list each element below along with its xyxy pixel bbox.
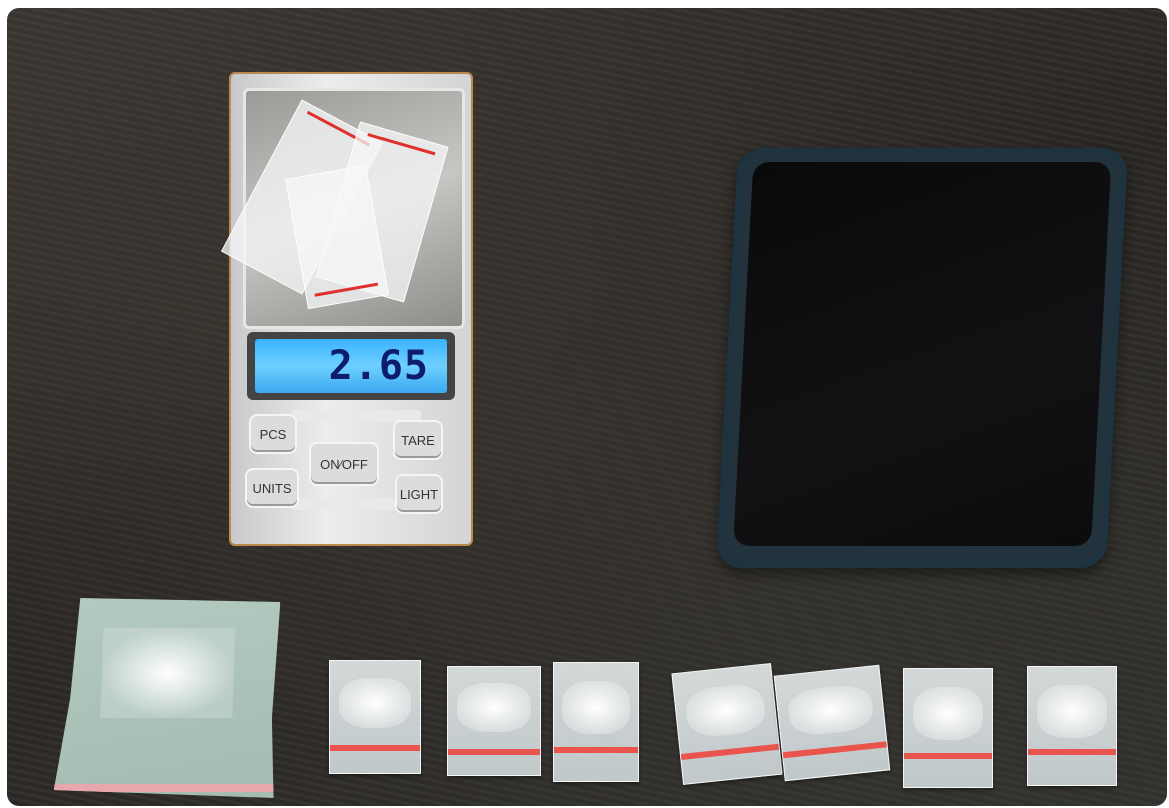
tare-button: TARE — [393, 420, 443, 460]
pcs-button: PCS — [249, 414, 297, 454]
small-packet — [903, 668, 993, 788]
light-button: LIGHT — [395, 474, 443, 514]
smartphone — [715, 148, 1129, 568]
scale-display-frame: 2.65 — [247, 332, 455, 400]
weight-readout: 2.65 — [255, 339, 447, 393]
scale-pan — [221, 88, 465, 329]
evidence-photo: 2.65 PCS TARE ON⁄OFF UNITS LIGHT — [7, 8, 1167, 806]
small-packet — [329, 660, 421, 774]
units-button: UNITS — [245, 468, 299, 508]
digital-scale: 2.65 PCS TARE ON⁄OFF UNITS LIGHT — [221, 74, 471, 544]
small-packet — [447, 666, 541, 776]
large-plastic-bag — [54, 598, 281, 798]
small-packet — [553, 662, 639, 782]
phone-screen — [733, 162, 1112, 546]
small-packet — [1027, 666, 1117, 786]
on-off-button: ON⁄OFF — [309, 442, 379, 486]
small-packet — [671, 663, 783, 785]
small-packet — [773, 664, 891, 782]
button-guide — [291, 410, 331, 422]
